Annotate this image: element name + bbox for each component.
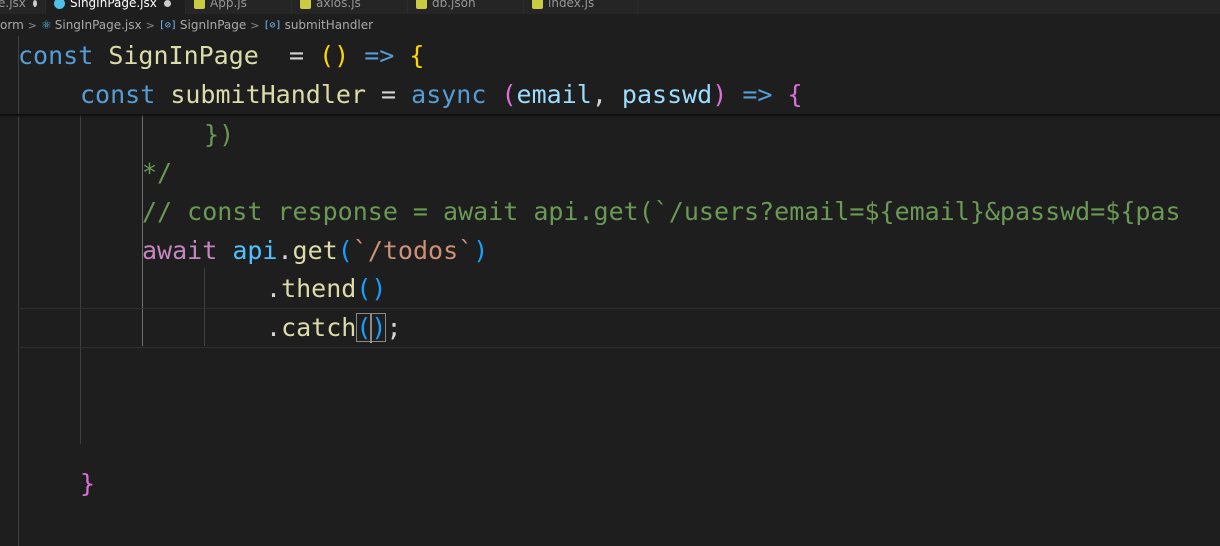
json-file-icon	[416, 0, 427, 9]
js-file-icon	[532, 0, 543, 9]
code-line-4: */	[142, 158, 173, 187]
tab-singinpage-jsx[interactable]: SingInPage.jsx	[46, 0, 186, 14]
breadcrumb: orm > ⚛ SingInPage.jsx > [⊘] SignInPage …	[0, 14, 1220, 36]
editor-tab-bar: e.jsx SingInPage.jsx App.js axios.js db.…	[0, 0, 1220, 14]
tab-index-js[interactable]: index.js	[524, 0, 638, 14]
tab-label: SingInPage.jsx	[70, 0, 157, 10]
code-line-7: .thend()	[266, 274, 387, 303]
sticky-scroll-shadow	[0, 114, 1220, 118]
matched-bracket: (	[356, 313, 372, 342]
code-line-3: })	[204, 120, 235, 149]
react-file-icon: ⚛	[40, 18, 52, 32]
matched-bracket: )	[371, 313, 387, 342]
tab-e-jsx[interactable]: e.jsx	[0, 0, 46, 14]
tab-app-js[interactable]: App.js	[186, 0, 292, 14]
code-line-8: .catch();	[266, 313, 402, 343]
indent-guide	[80, 114, 81, 444]
code-editor[interactable]: const SignInPage = () => { const submitH…	[0, 36, 1220, 546]
code-line-2: const submitHandler = async (email, pass…	[80, 80, 803, 109]
indent-guide	[18, 36, 19, 546]
code-line-5: // const response = await api.get(`/user…	[142, 197, 1181, 226]
variable-symbol-icon: [⊘]	[158, 19, 177, 31]
breadcrumb-folder[interactable]: orm	[0, 18, 24, 32]
react-file-icon	[54, 0, 65, 9]
chevron-right-icon: >	[145, 18, 155, 32]
js-file-icon	[194, 0, 205, 9]
breadcrumb-component[interactable]: [⊘] SignInPage	[159, 18, 246, 32]
js-file-icon	[300, 0, 311, 9]
tab-label: index.js	[548, 0, 595, 10]
code-line-1: const SignInPage = () => {	[18, 41, 425, 70]
tab-label: axios.js	[316, 0, 361, 10]
tab-label: e.jsx	[0, 0, 26, 10]
breadcrumb-file[interactable]: ⚛ SingInPage.jsx	[41, 18, 142, 32]
tab-axios-js[interactable]: axios.js	[292, 0, 408, 14]
chevron-right-icon: >	[27, 18, 37, 32]
chevron-right-icon: >	[250, 18, 260, 32]
current-line-highlight	[18, 308, 1220, 348]
tab-label: db.json	[432, 0, 476, 10]
unsaved-dot-icon	[32, 0, 37, 7]
code-line-12: }	[80, 469, 96, 498]
variable-symbol-icon: [⊘]	[263, 19, 282, 31]
tab-label: App.js	[210, 0, 247, 10]
tab-db-json[interactable]: db.json	[408, 0, 524, 14]
breadcrumb-function[interactable]: [⊘] submitHandler	[264, 18, 374, 32]
code-line-6: await api.get(`/todos`)	[142, 236, 489, 265]
unsaved-dot-icon	[163, 0, 171, 7]
